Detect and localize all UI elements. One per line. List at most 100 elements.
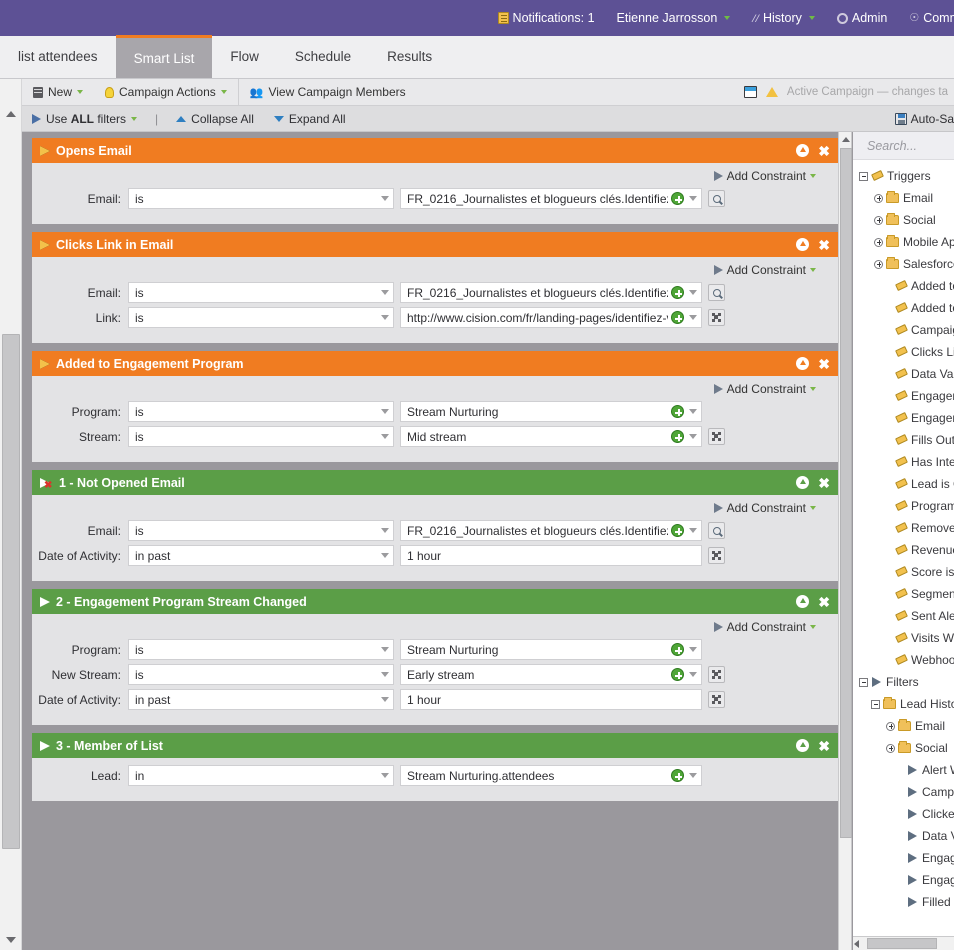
remove-row-button[interactable]: [708, 691, 725, 708]
tree-node[interactable]: Filters: [853, 671, 954, 693]
tree-expand-toggle[interactable]: [874, 259, 883, 269]
tree-node[interactable]: Email: [853, 187, 954, 209]
value-field[interactable]: Mid stream: [400, 426, 702, 447]
value-field[interactable]: Stream Nurturing: [400, 401, 702, 422]
tree-node[interactable]: Score is Cl: [853, 561, 954, 583]
user-menu[interactable]: Etienne Jarrosson: [617, 11, 731, 25]
tree-expand-toggle[interactable]: [874, 237, 883, 247]
close-card-button[interactable]: ✖: [818, 144, 830, 158]
add-constraint-button[interactable]: Add Constraint: [713, 263, 816, 277]
add-value-icon[interactable]: [671, 668, 684, 681]
preview-email-button[interactable]: [708, 190, 725, 207]
history-menu[interactable]: // History: [752, 11, 815, 25]
collapse-all-button[interactable]: Collapse All: [166, 112, 264, 126]
tree-node[interactable]: Campai: [853, 781, 954, 803]
collapse-card-button[interactable]: [796, 357, 810, 370]
tree-horizontal-scrollbar[interactable]: [853, 936, 954, 950]
tab-smart-list[interactable]: Smart List: [115, 35, 213, 78]
tree-node[interactable]: Triggers: [853, 165, 954, 187]
tree-expand-toggle[interactable]: [886, 721, 895, 731]
tree-expand-toggle[interactable]: [874, 215, 883, 225]
preview-email-button[interactable]: [708, 284, 725, 301]
add-constraint-button[interactable]: Add Constraint: [713, 620, 816, 634]
value-field[interactable]: 1 hour: [400, 689, 702, 710]
remove-row-button[interactable]: [708, 309, 725, 326]
scroll-thumb[interactable]: [2, 334, 20, 849]
tree-node[interactable]: Sent Alert: [853, 605, 954, 627]
tree-node[interactable]: Social: [853, 737, 954, 759]
community-menu[interactable]: ☉ Comm: [909, 11, 954, 25]
operator-select[interactable]: is: [128, 188, 394, 209]
tree-node[interactable]: Clicks Link: [853, 341, 954, 363]
value-field[interactable]: http://www.cision.com/fr/landing-pages/i…: [400, 307, 702, 328]
tree-node[interactable]: Added to: [853, 297, 954, 319]
operator-select[interactable]: in past: [128, 545, 394, 566]
operator-select[interactable]: is: [128, 307, 394, 328]
tree-node[interactable]: Added to: [853, 275, 954, 297]
tree-node[interactable]: Engageme: [853, 407, 954, 429]
add-constraint-button[interactable]: Add Constraint: [713, 501, 816, 515]
tree-node[interactable]: Engageme: [853, 385, 954, 407]
collapse-card-button[interactable]: [796, 238, 810, 251]
add-value-icon[interactable]: [671, 643, 684, 656]
tree-node[interactable]: Has Intere: [853, 451, 954, 473]
tree-collapse-toggle[interactable]: [859, 171, 868, 181]
scroll-up-button[interactable]: [0, 106, 22, 122]
add-value-icon[interactable]: [671, 769, 684, 782]
add-constraint-button[interactable]: Add Constraint: [713, 169, 816, 183]
tab-list-attendees[interactable]: list attendees: [0, 35, 116, 78]
tab-schedule[interactable]: Schedule: [277, 35, 369, 78]
search-input[interactable]: Search...: [853, 132, 954, 160]
tree-node[interactable]: Fills Out F: [853, 429, 954, 451]
value-field[interactable]: Stream Nurturing.attendees: [400, 765, 702, 786]
tree-node[interactable]: Segment C: [853, 583, 954, 605]
remove-row-button[interactable]: [708, 547, 725, 564]
operator-select[interactable]: is: [128, 639, 394, 660]
close-card-button[interactable]: ✖: [818, 357, 830, 371]
remove-row-button[interactable]: [708, 666, 725, 683]
use-all-filters-button[interactable]: Use ALL filters: [22, 112, 147, 126]
notifications-menu[interactable]: Notifications: 1: [497, 11, 595, 25]
close-card-button[interactable]: ✖: [818, 739, 830, 753]
tree-collapse-toggle[interactable]: [871, 699, 880, 709]
add-value-icon[interactable]: [671, 192, 684, 205]
add-value-icon[interactable]: [671, 405, 684, 418]
operator-select[interactable]: is: [128, 664, 394, 685]
new-button[interactable]: New: [22, 79, 94, 105]
tree-node[interactable]: Removed: [853, 517, 954, 539]
tree-node[interactable]: Visits Web: [853, 627, 954, 649]
tree-collapse-toggle[interactable]: [859, 677, 868, 687]
tree-node[interactable]: Data Va: [853, 825, 954, 847]
scroll-thumb[interactable]: [840, 148, 852, 838]
tree-node[interactable]: Filled O: [853, 891, 954, 913]
value-field[interactable]: 1 hour: [400, 545, 702, 566]
admin-menu[interactable]: Admin: [836, 11, 887, 25]
add-value-icon[interactable]: [671, 311, 684, 324]
collapse-card-button[interactable]: [796, 595, 810, 608]
operator-select[interactable]: is: [128, 401, 394, 422]
tree-node[interactable]: Alert W: [853, 759, 954, 781]
tree-node[interactable]: Webhook: [853, 649, 954, 671]
preview-email-button[interactable]: [708, 522, 725, 539]
canvas-vertical-scrollbar[interactable]: [838, 132, 852, 950]
tree-node[interactable]: Social: [853, 209, 954, 231]
operator-select[interactable]: in past: [128, 689, 394, 710]
view-campaign-members-button[interactable]: 👥 View Campaign Members: [239, 79, 417, 105]
tree-node[interactable]: Lead is Cr: [853, 473, 954, 495]
scroll-down-button[interactable]: [0, 932, 22, 948]
tree-node[interactable]: Revenue S: [853, 539, 954, 561]
expand-all-button[interactable]: Expand All: [264, 112, 356, 126]
campaign-actions-button[interactable]: Campaign Actions: [94, 79, 238, 105]
collapse-card-button[interactable]: [796, 739, 810, 752]
scroll-thumb[interactable]: [867, 938, 937, 949]
tree-node[interactable]: Campaign: [853, 319, 954, 341]
value-field[interactable]: FR_0216_Journalistes et blogueurs clés.I…: [400, 520, 702, 541]
scroll-up-button[interactable]: [839, 133, 852, 146]
collapse-card-button[interactable]: [796, 144, 810, 157]
tree-node[interactable]: Engage: [853, 847, 954, 869]
tree-node[interactable]: Data Valu: [853, 363, 954, 385]
tree-node[interactable]: Mobile Ap: [853, 231, 954, 253]
tree-node[interactable]: Email: [853, 715, 954, 737]
tree-node[interactable]: Lead Histo: [853, 693, 954, 715]
add-value-icon[interactable]: [671, 286, 684, 299]
